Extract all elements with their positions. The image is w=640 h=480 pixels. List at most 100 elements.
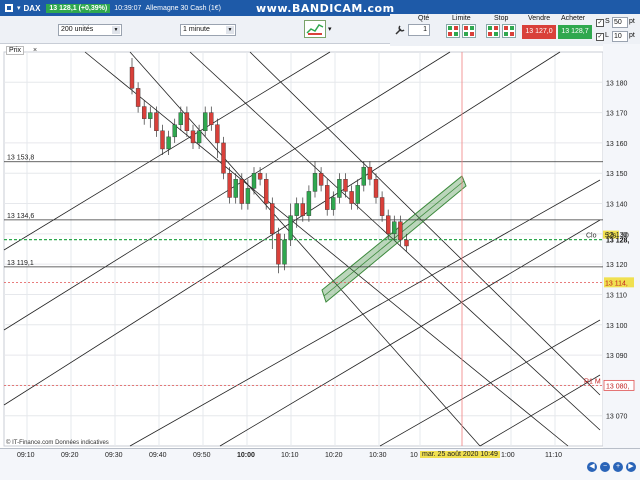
- candle-body: [392, 221, 397, 235]
- candle-body: [325, 185, 330, 210]
- level-label: 13 153,8: [7, 155, 34, 162]
- time-tick-label: 10:00: [237, 452, 255, 459]
- order-grid-icon: [448, 26, 458, 36]
- chart-tools-button[interactable]: [304, 20, 326, 38]
- price-pane-label[interactable]: Prix: [6, 46, 25, 55]
- limit-checkbox[interactable]: ✓: [596, 33, 604, 41]
- candle-body: [209, 112, 214, 125]
- candle-body: [282, 239, 287, 265]
- candle-body: [270, 203, 275, 235]
- stop-order-button-2[interactable]: [502, 24, 516, 38]
- limit-points-input[interactable]: 10: [612, 31, 628, 42]
- candle-body: [294, 203, 299, 216]
- price-tick-label: 13 150: [606, 171, 628, 178]
- scroll-left-icon[interactable]: ◀: [587, 462, 597, 472]
- last-update-time: 10:39:07: [114, 4, 142, 12]
- price-chart[interactable]: 13 153,813 134,613 119,1 Clo 52s 30R1 M 13…: [0, 44, 640, 448]
- candle-body: [202, 112, 208, 132]
- candle: [221, 136, 226, 180]
- candle-body: [141, 106, 147, 119]
- zoom-out-icon[interactable]: −: [600, 462, 610, 472]
- time-axis: 09:10 09:20 09:30 09:40 09:50 10:00 10:10 10:20…: [0, 448, 640, 480]
- candle-body: [215, 124, 220, 144]
- price-tick-label: 13 070: [606, 414, 628, 421]
- plot-area: [3, 51, 604, 447]
- trading-window: ▾ DAX 13 128,1 (+0,39%) 10:39:07 Allemag…: [0, 0, 640, 480]
- candle-body: [367, 166, 373, 180]
- candle-body: [221, 142, 226, 174]
- zoom-in-icon[interactable]: +: [613, 462, 623, 472]
- limit-unit: pt: [629, 32, 635, 39]
- candle-body: [318, 173, 324, 186]
- interval-select[interactable]: 1 minute ▼: [180, 24, 236, 36]
- candle-body: [300, 203, 305, 216]
- candle-body: [349, 191, 354, 204]
- candle-body: [196, 130, 202, 144]
- candle-body: [166, 136, 171, 150]
- qty-label: Qté: [418, 15, 430, 22]
- zoom-controls: ◀ − + ▶: [587, 462, 636, 472]
- time-tick-label: 10: [410, 452, 418, 459]
- buy-button[interactable]: 13 128,7: [558, 25, 592, 39]
- candle-body: [361, 166, 366, 186]
- close-icon[interactable]: ×: [33, 47, 37, 54]
- chart-tools-icon: [306, 24, 324, 35]
- chevron-down-icon[interactable]: ▾: [328, 25, 332, 33]
- order-panel: Qté 1 Limite Stop Vendre 13 127,0 Achete…: [390, 14, 640, 46]
- sell-label: Vendre: [528, 15, 551, 22]
- candle-body: [154, 112, 159, 132]
- crosshair-date-tip: mar. 25 août 2020 10:49: [420, 451, 500, 458]
- level-label: 13 119,1: [7, 260, 34, 267]
- instrument-symbol[interactable]: DAX: [24, 4, 41, 13]
- limit-order-button-2[interactable]: [462, 24, 476, 38]
- recorder-watermark: www.BANDICAM.com: [256, 2, 395, 15]
- wrench-icon[interactable]: [394, 24, 406, 36]
- price-tick-label: 13 100: [606, 323, 628, 330]
- candle-body: [373, 179, 379, 198]
- candle-body: [239, 179, 245, 204]
- stop-order-button[interactable]: [486, 24, 500, 38]
- time-tick-label: 09:40: [149, 452, 167, 459]
- price-tick-label: 13 180: [606, 80, 628, 87]
- chevron-down-icon[interactable]: ▾: [17, 4, 21, 12]
- candle-body: [337, 179, 342, 198]
- qty-input[interactable]: 1: [408, 24, 430, 36]
- candle-body: [312, 173, 318, 192]
- candle-body: [379, 197, 385, 216]
- pivot-tag: 13 114,: [605, 280, 628, 287]
- instrument-name: Allemagne 30 Cash (1€): [145, 4, 221, 12]
- order-grid-icon: [504, 26, 514, 36]
- price-tick-label: 13 170: [606, 111, 628, 118]
- candle-body: [135, 88, 141, 107]
- price-tick-label: 13 160: [606, 141, 628, 148]
- candle-body: [178, 112, 184, 125]
- stop-checkbox[interactable]: ✓: [596, 19, 604, 27]
- candle-body: [184, 112, 190, 132]
- stop-points-input[interactable]: 50: [612, 17, 628, 28]
- candle-body: [251, 173, 257, 189]
- candle-body: [129, 66, 135, 89]
- sell-button[interactable]: 13 127,0: [522, 25, 556, 39]
- candle-body: [386, 215, 391, 235]
- level-label: 13 134,6: [7, 213, 34, 220]
- order-grid-icon: [488, 26, 498, 36]
- time-tick-label: 10:30: [369, 452, 387, 459]
- stop-checkbox-label: S: [605, 18, 610, 25]
- time-tick-label: 09:20: [61, 452, 79, 459]
- scroll-right-icon[interactable]: ▶: [626, 462, 636, 472]
- time-tick-label: 10:20: [325, 452, 343, 459]
- candle-body: [172, 124, 177, 138]
- candle-body: [288, 215, 293, 241]
- price-tick-label: 13 110: [606, 292, 627, 299]
- data-source-note: © IT-Finance.com Données indicatives: [6, 440, 109, 446]
- candle-body: [233, 179, 238, 198]
- price-tick-label: 13 140: [606, 202, 628, 209]
- candle-body: [331, 197, 336, 210]
- time-tick-label: 09:50: [193, 452, 211, 459]
- units-select-value: 200 unités: [61, 26, 94, 33]
- limit-order-button[interactable]: [446, 24, 460, 38]
- time-tick-label: 11:10: [545, 452, 562, 459]
- units-select[interactable]: 200 unités ▼: [58, 24, 122, 36]
- time-tick-label: 1:00: [501, 452, 515, 459]
- limit-label: Limite: [452, 15, 471, 22]
